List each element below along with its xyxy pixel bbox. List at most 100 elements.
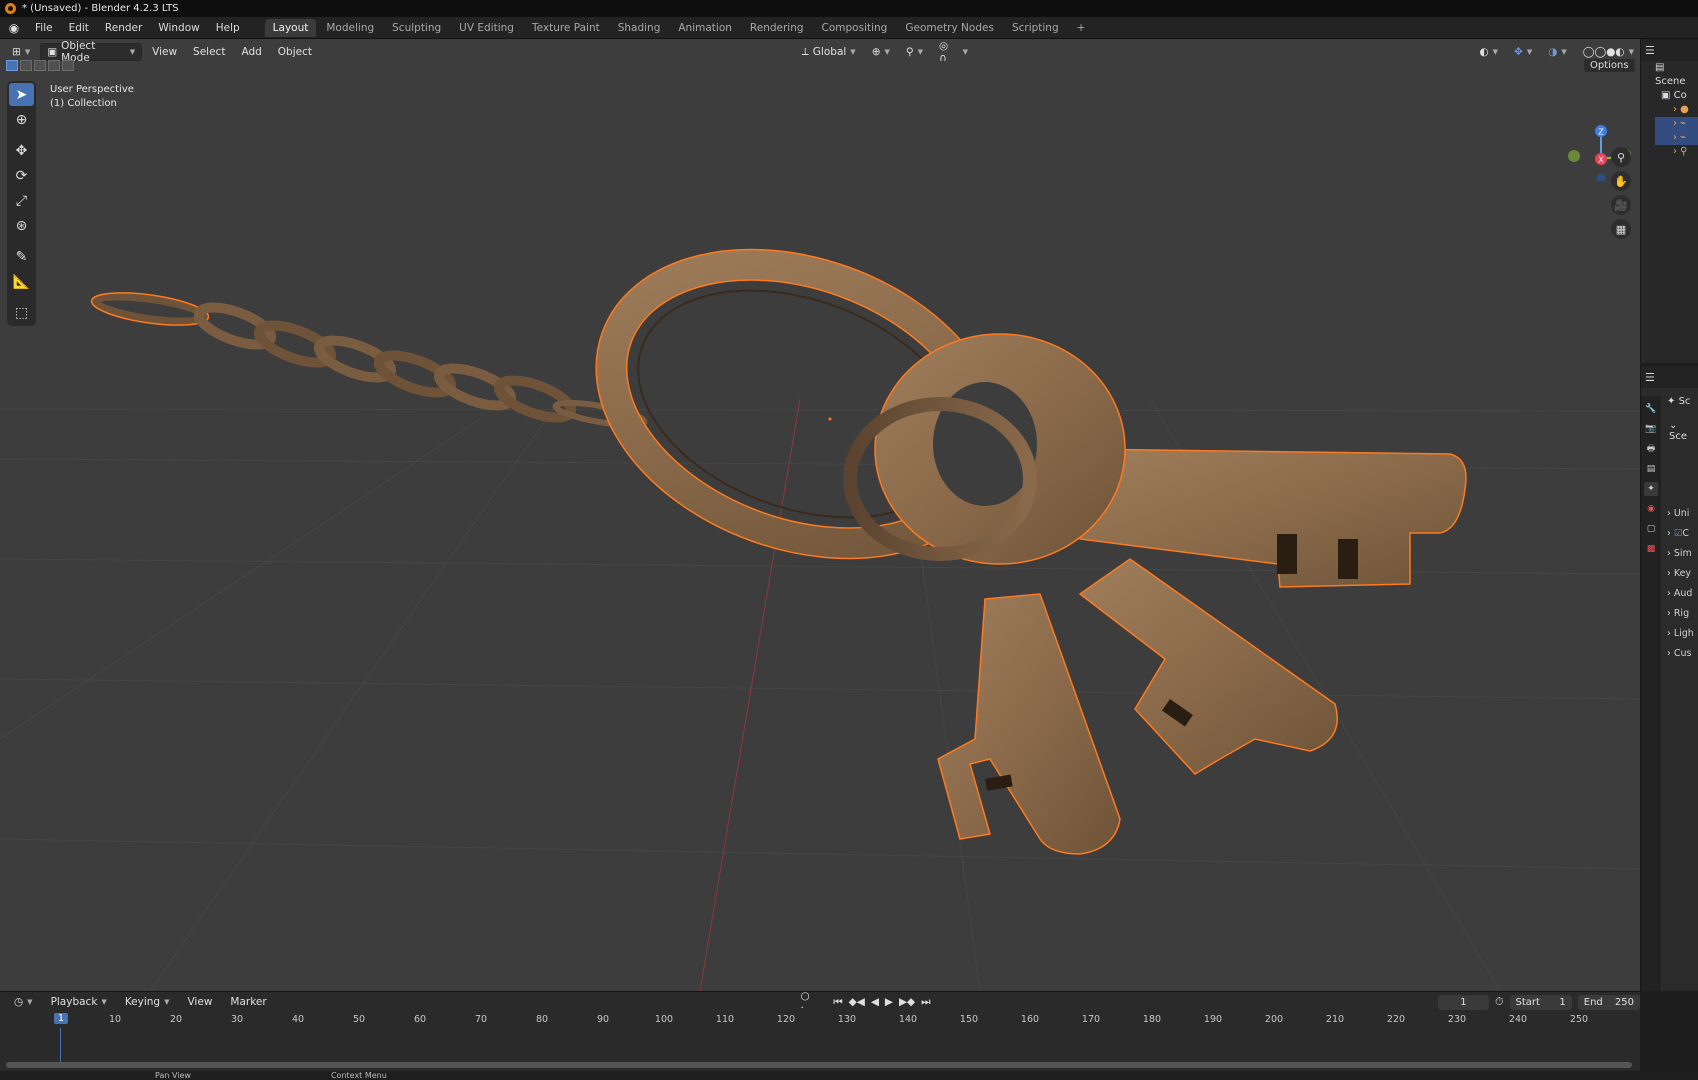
prop-row-audio[interactable]: › Aud	[1667, 588, 1694, 603]
outliner-object-row[interactable]: › ⌁	[1655, 131, 1698, 145]
menu-object[interactable]: Object	[272, 43, 318, 61]
menu-keying[interactable]: Keying ▼	[119, 993, 176, 1011]
end-frame-field[interactable]: End 250	[1577, 994, 1640, 1010]
output-props-icon[interactable]: 🖶	[1644, 442, 1658, 456]
prop-row-light-probes[interactable]: › Ligh	[1667, 628, 1694, 643]
tab-sculpting[interactable]: Sculpting	[384, 19, 449, 37]
select-extend-icon[interactable]	[20, 60, 32, 71]
outliner-collection-row[interactable]: ▣ Co	[1655, 89, 1698, 103]
play-reverse-icon[interactable]: ◀	[871, 996, 879, 1008]
current-frame-indicator[interactable]: 1	[53, 1013, 69, 1024]
menu-playback[interactable]: Playback ▼	[45, 993, 113, 1011]
tab-shading[interactable]: Shading	[610, 19, 669, 37]
menu-render[interactable]: Render	[98, 20, 149, 36]
outliner-object-row[interactable]: › ⌁	[1655, 117, 1698, 131]
preview-range-icon[interactable]: ⏱	[1495, 995, 1504, 1009]
tab-modeling[interactable]: Modeling	[318, 19, 382, 37]
select-subtract-icon[interactable]	[34, 60, 46, 71]
select-intersect-icon[interactable]	[62, 60, 74, 71]
pivot-icon[interactable]: ⊕ ▼	[866, 43, 896, 61]
cursor-icon[interactable]: ⊕	[9, 108, 34, 131]
perspective-toggle-icon[interactable]: ▦	[1611, 219, 1631, 239]
mode-selector[interactable]: ▣ Object Mode ▼	[40, 40, 143, 64]
snap-icon[interactable]: ⚲ ▼	[900, 43, 929, 61]
camera-view-icon[interactable]: 🎥	[1611, 195, 1631, 215]
visibility-icon[interactable]: ◐ ▼	[1473, 43, 1504, 61]
outliner-panel[interactable]: ☰ ▤ Scene ▣ Co › ● › ⌁ › ⌁ › ⚲	[1640, 39, 1698, 363]
move-icon[interactable]: ✥	[9, 139, 34, 162]
add-workspace-button[interactable]: +	[1069, 19, 1094, 37]
rotate-icon[interactable]: ⟳	[9, 164, 34, 187]
prop-row-rigid-body[interactable]: › Rig	[1667, 608, 1694, 623]
prop-row-custom-props[interactable]: › Cus	[1667, 648, 1694, 663]
current-frame-field[interactable]: 1	[1437, 994, 1489, 1010]
play-icon[interactable]: ▶	[885, 996, 893, 1008]
world-props-icon[interactable]: ◉	[1644, 502, 1658, 516]
texture-props-icon[interactable]: ▩	[1644, 542, 1658, 556]
prop-row-simulation[interactable]: › Sim	[1667, 548, 1694, 563]
proportional-edit-icon[interactable]: ◎ ∩ ▼	[933, 40, 974, 64]
tool-props-icon[interactable]: 🔧	[1644, 402, 1658, 416]
annotate-icon[interactable]: ✎	[9, 245, 34, 268]
timeline-editor-icon[interactable]: ◷ ▼	[8, 993, 39, 1011]
tab-animation[interactable]: Animation	[670, 19, 740, 37]
timeline-editor[interactable]: ◷ ▼ Playback ▼ Keying ▼ View Marker ○ · ⏮ ◆…	[0, 990, 1640, 1071]
scene-props-tab-icon[interactable]: ✦	[1644, 482, 1658, 496]
options-dropdown[interactable]: Options	[1584, 59, 1635, 72]
ruler-label: 130	[837, 1014, 857, 1025]
blender-menu-icon[interactable]: ◉	[6, 20, 22, 36]
transform-orientation[interactable]: ⟂ Global ▼	[796, 43, 862, 61]
prop-row-keying[interactable]: › Key	[1667, 568, 1694, 583]
prev-keyframe-icon[interactable]: ◆◀	[849, 996, 865, 1008]
menu-edit[interactable]: Edit	[62, 20, 96, 36]
menu-add[interactable]: Add	[235, 43, 267, 61]
overlay-toggle-icon[interactable]: ◑ ▼	[1542, 43, 1573, 61]
jump-start-icon[interactable]: ⏮	[833, 996, 842, 1009]
select-new-icon[interactable]	[6, 60, 18, 71]
tab-texture-paint[interactable]: Texture Paint	[524, 19, 608, 37]
tab-layout[interactable]: Layout	[264, 18, 317, 37]
outliner-scene-row[interactable]: ▤ Scene	[1655, 61, 1698, 89]
scale-icon[interactable]: ⤢	[9, 189, 34, 212]
measure-icon[interactable]: 📐	[9, 270, 34, 293]
frame-ruler[interactable]: 1 10 20 30 40 50 60 70 80 90 100 110 120 130 140 150 16…	[0, 1012, 1640, 1028]
pan-hand-icon[interactable]: ✋	[1611, 171, 1631, 191]
collection-props-icon[interactable]: ▢	[1644, 522, 1658, 536]
3d-viewport[interactable]: ⊞ ▼ ▣ Object Mode ▼ View Select Add Object…	[0, 39, 1640, 991]
outliner-editor-icon[interactable]: ☰	[1645, 44, 1655, 57]
properties-section[interactable]: ⌄ Sce	[1669, 420, 1698, 442]
tab-geometry-nodes[interactable]: Geometry Nodes	[897, 19, 1002, 37]
properties-editor-icon[interactable]: ☰	[1645, 371, 1655, 384]
add-cube-icon[interactable]: ⬚	[9, 301, 34, 324]
transform-icon[interactable]: ⊛	[9, 214, 34, 237]
select-box-icon[interactable]: ➤	[9, 83, 34, 106]
tab-compositing[interactable]: Compositing	[814, 19, 896, 37]
view-layer-props-icon[interactable]: ▤	[1644, 462, 1658, 476]
menu-select[interactable]: Select	[187, 43, 231, 61]
prop-row-units[interactable]: › Uni	[1667, 508, 1694, 523]
properties-panel[interactable]: ☰ ✦ Sc ⌄ Sce 🔧 📷 🖶 ▤ ✦ ◉ ▢ ▩ › Uni › ☑C …	[1640, 366, 1698, 991]
menu-file[interactable]: File	[28, 20, 60, 36]
timeline-scrollbar[interactable]	[6, 1062, 1632, 1068]
ruler-label: 160	[1020, 1014, 1040, 1025]
menu-marker[interactable]: Marker	[224, 993, 272, 1011]
start-frame-field[interactable]: Start 1	[1509, 994, 1572, 1010]
select-invert-icon[interactable]	[48, 60, 60, 71]
auto-key-icon[interactable]: ○ ·	[794, 990, 821, 1014]
tab-scripting[interactable]: Scripting	[1004, 19, 1067, 37]
tab-rendering[interactable]: Rendering	[742, 19, 812, 37]
outliner-object-row[interactable]: › ⚲	[1655, 145, 1698, 159]
tab-uv-editing[interactable]: UV Editing	[451, 19, 522, 37]
gizmo-toggle-icon[interactable]: ✥ ▼	[1508, 43, 1538, 61]
menu-view[interactable]: View	[146, 43, 183, 61]
editor-type-icon[interactable]: ⊞ ▼	[6, 43, 36, 61]
zoom-icon[interactable]: ⚲	[1611, 147, 1631, 167]
prop-row-gravity[interactable]: › ☑C	[1667, 528, 1694, 543]
jump-end-icon[interactable]: ⏭	[921, 996, 930, 1009]
menu-window[interactable]: Window	[151, 20, 206, 36]
menu-timeline-view[interactable]: View	[181, 993, 218, 1011]
render-props-icon[interactable]: 📷	[1644, 422, 1658, 436]
menu-help[interactable]: Help	[209, 20, 247, 36]
next-keyframe-icon[interactable]: ▶◆	[899, 996, 915, 1008]
outliner-object-row[interactable]: › ●	[1655, 103, 1698, 117]
